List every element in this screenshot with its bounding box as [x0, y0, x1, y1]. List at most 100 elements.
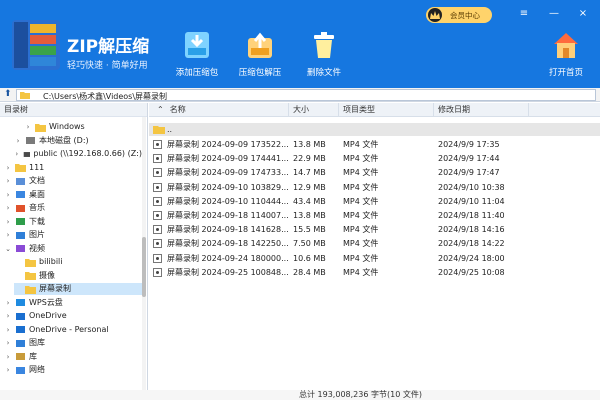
crown-icon	[428, 8, 442, 22]
tree-item[interactable]: 摄像	[14, 270, 142, 282]
chevron-right-icon[interactable]: ›	[4, 216, 12, 228]
file-row[interactable]: 屏幕录制 2024-09-25 100848... 28.4 MB MP4 文件 20…	[149, 266, 600, 279]
path-field[interactable]: C:\Users\杨术鑫\Videos\屏幕录制	[16, 89, 596, 101]
library-icon	[16, 353, 25, 360]
file-name: 屏幕录制 2024-09-18 114007...	[167, 211, 289, 220]
tree-item[interactable]: › 本地磁盘 (D:)	[14, 135, 142, 147]
chevron-right-icon[interactable]: ›	[4, 364, 12, 376]
video-file-icon	[153, 211, 162, 220]
tree-item-label: 下载	[29, 216, 45, 226]
tree-item[interactable]: bilibili	[14, 256, 142, 268]
file-row[interactable]: 屏幕录制 2024-09-24 180000... 10.6 MB MP4 文件 20…	[149, 252, 600, 265]
video-file-icon	[153, 168, 162, 178]
chevron-right-icon[interactable]: ›	[14, 148, 20, 160]
tree-item-label: 文档	[29, 176, 45, 185]
add-archive-button[interactable]: 添加压缩包	[167, 30, 227, 78]
folder-icon	[15, 164, 26, 172]
scrollbar-thumb[interactable]	[142, 237, 146, 297]
tree-item-label: bilibili	[39, 257, 63, 266]
minimize-button[interactable]: —	[547, 8, 561, 20]
chevron-right-icon[interactable]: ›	[14, 135, 22, 147]
network-icon	[16, 366, 25, 374]
extract-archive-button[interactable]: 压缩包解压	[230, 30, 290, 78]
status-summary: 总计 193,008,236 字节(10 文件)	[299, 390, 422, 399]
file-date: 2024/9/24 18:00	[438, 253, 505, 263]
extract-archive-label: 压缩包解压	[238, 68, 282, 78]
chevron-right-icon[interactable]: ›	[24, 121, 32, 133]
parent-folder-row[interactable]: ..	[149, 123, 600, 136]
tree-item-label: 摄像	[39, 270, 55, 280]
file-row[interactable]: 屏幕录制 2024-09-18 142250... 7.50 MB MP4 文件 20…	[149, 237, 600, 250]
col-date[interactable]: 修改日期	[434, 103, 529, 117]
vip-center-button[interactable]: 会员中心	[426, 7, 492, 23]
pictures-icon	[16, 231, 25, 239]
chevron-right-icon[interactable]: ›	[4, 310, 12, 322]
tree-item[interactable]: › 文档	[4, 175, 142, 187]
file-list: ⌃ 名称 大小 项目类型 修改日期 .. 屏幕录制 2024-09-09 1735…	[149, 103, 600, 390]
delete-file-label: 删除文件	[306, 68, 341, 78]
close-button[interactable]: ×	[576, 8, 590, 20]
onedrive-icon	[16, 326, 25, 333]
file-row[interactable]: 屏幕录制 2024-09-18 114007... 13.8 MB MP4 文件 20…	[149, 209, 600, 222]
chevron-right-icon[interactable]: ›	[4, 297, 12, 309]
file-type: MP4 文件	[343, 225, 379, 235]
tree-item[interactable]: › OneDrive	[4, 310, 142, 322]
col-size[interactable]: 大小	[289, 103, 339, 117]
file-date: 2024/9/25 10:08	[438, 267, 505, 277]
tree-scrollbar[interactable]	[142, 117, 146, 393]
chevron-right-icon[interactable]: ›	[4, 162, 12, 174]
video-file-icon	[153, 140, 162, 149]
tree-item[interactable]: › 图库	[4, 337, 142, 349]
add-archive-label: 添加压缩包	[175, 68, 219, 78]
tree-item[interactable]: › OneDrive - Personal	[4, 324, 142, 336]
chevron-right-icon[interactable]: ›	[4, 337, 12, 349]
tree-item[interactable]: › 111	[4, 162, 142, 174]
file-row[interactable]: 屏幕录制 2024-09-09 173522... 13.8 MB MP4 文件 20…	[149, 138, 600, 151]
chevron-right-icon[interactable]: ›	[4, 324, 12, 336]
file-date: 2024/9/9 17:47	[438, 168, 500, 178]
file-row[interactable]: 屏幕录制 2024-09-18 141628... 15.5 MB MP4 文件 20…	[149, 223, 600, 236]
delete-file-button[interactable]: 删除文件	[294, 30, 354, 78]
file-date: 2024/9/10 10:38	[438, 182, 505, 192]
video-file-icon	[153, 196, 162, 206]
tree-item-label: 视频	[29, 243, 45, 253]
file-type: MP4 文件	[343, 239, 379, 249]
file-size: 12.9 MB	[293, 182, 326, 192]
file-row[interactable]: 屏幕录制 2024-09-10 110444... 43.4 MB MP4 文件 20…	[149, 195, 600, 208]
tree-item[interactable]: › 网络	[4, 364, 142, 376]
tree-item[interactable]: › WPS云盘	[4, 297, 142, 309]
file-size: 43.4 MB	[293, 196, 326, 206]
tree-item[interactable]: › 库	[4, 351, 142, 363]
parent-folder-label: ..	[167, 125, 173, 134]
chevron-right-icon[interactable]: ›	[4, 189, 12, 201]
chevron-right-icon[interactable]: ›	[4, 229, 12, 241]
col-type[interactable]: 项目类型	[339, 103, 434, 117]
tree-item[interactable]: › 桌面	[4, 189, 142, 201]
chevron-right-icon[interactable]: ›	[4, 351, 12, 363]
extract-archive-icon	[245, 30, 275, 60]
file-row[interactable]: 屏幕录制 2024-09-10 103829... 12.9 MB MP4 文件 20…	[149, 181, 600, 194]
tree-item[interactable]: › Windows	[24, 121, 142, 133]
tree-item[interactable]: ⌄ 视频	[4, 243, 142, 255]
file-name: 屏幕录制 2024-09-09 173522...	[167, 140, 289, 149]
tree-item[interactable]: 屏幕录制	[14, 283, 142, 295]
open-home-button[interactable]: 打开首页	[542, 30, 590, 78]
directory-tree: 目录树 › Windows › 本地磁盘 (D:) › public (\\192.168…	[0, 103, 148, 393]
file-name: 屏幕录制 2024-09-09 174733...	[167, 168, 289, 178]
chevron-down-icon[interactable]: ⌄	[4, 243, 12, 255]
app-logo	[12, 20, 60, 70]
menu-icon[interactable]: ≡	[517, 8, 531, 20]
file-row[interactable]: 屏幕录制 2024-09-09 174441... 22.9 MB MP4 文件 20…	[149, 152, 600, 165]
col-name[interactable]: ⌃ 名称	[149, 103, 289, 117]
tree-item[interactable]: › 下载	[4, 216, 142, 228]
chevron-right-icon[interactable]: ›	[4, 175, 12, 187]
tree-item[interactable]: › 音乐	[4, 202, 142, 214]
file-row[interactable]: 屏幕录制 2024-09-09 174733... 14.7 MB MP4 文件 20…	[149, 166, 600, 179]
tree-item[interactable]: › public (\\192.168.0.66) (Z:)	[14, 148, 142, 160]
chevron-right-icon[interactable]: ›	[4, 202, 12, 214]
file-size: 10.6 MB	[293, 253, 326, 263]
tree-item[interactable]: › 图片	[4, 229, 142, 241]
onedrive-icon	[16, 312, 25, 320]
tree-item-label: 111	[29, 162, 45, 172]
up-arrow-icon[interactable]: ⬆	[4, 89, 14, 100]
